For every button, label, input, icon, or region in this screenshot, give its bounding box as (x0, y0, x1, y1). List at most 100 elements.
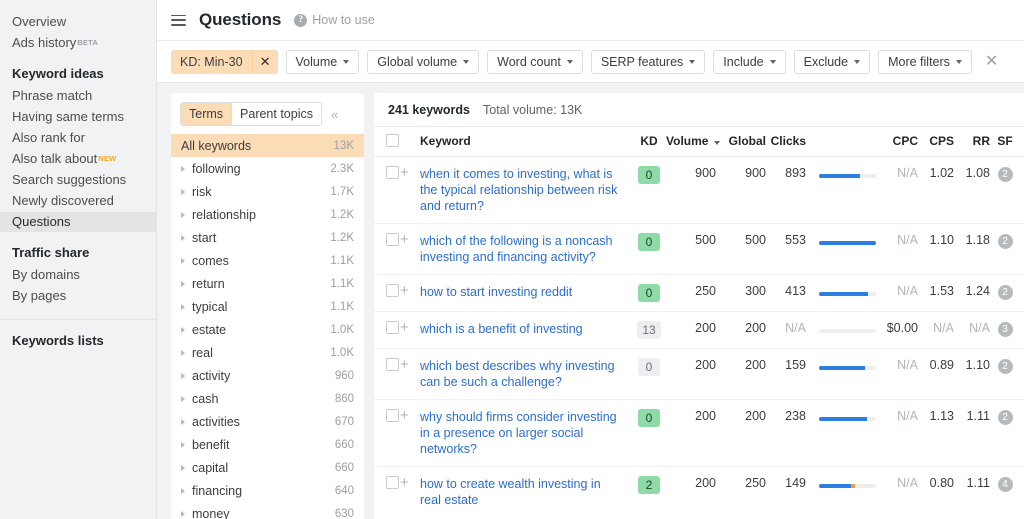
filter-button-exclude[interactable]: Exclude (793, 49, 871, 74)
expand-arrow-icon[interactable] (181, 510, 185, 517)
expand-arrow-icon[interactable] (181, 326, 185, 333)
expand-arrow-icon[interactable] (181, 395, 185, 402)
sidebar-item-search-suggestions[interactable]: Search suggestions (0, 170, 156, 190)
tab-parent-topics[interactable]: Parent topics (231, 103, 321, 125)
row-checkbox[interactable] (386, 166, 399, 179)
serp-features-badge[interactable]: 2 (997, 285, 1013, 300)
serp-features-badge[interactable]: 2 (997, 410, 1013, 425)
col-header-volume[interactable]: Volume (666, 127, 722, 157)
expand-arrow-icon[interactable] (181, 487, 185, 494)
col-header-keyword[interactable]: Keyword (420, 127, 632, 157)
term-row[interactable]: typical 1.1K (171, 295, 364, 318)
sidebar-item-by-pages[interactable]: By pages (0, 286, 156, 306)
col-header-cpc[interactable]: CPC (876, 127, 922, 157)
col-header-global[interactable]: Global (722, 127, 770, 157)
term-row[interactable]: return 1.1K (171, 272, 364, 295)
term-row[interactable]: money 630 (171, 502, 364, 519)
term-row[interactable]: All keywords 13K (171, 134, 364, 157)
serp-features-badge[interactable]: 3 (997, 322, 1013, 337)
term-row[interactable]: cash 860 (171, 387, 364, 410)
col-header-clicks[interactable]: Clicks (770, 127, 810, 157)
sidebar-item-also-rank-for[interactable]: Also rank for (0, 128, 156, 148)
expand-arrow-icon[interactable] (181, 372, 185, 379)
col-header-kd[interactable]: KD (632, 127, 666, 157)
sidebar-item-ads-history[interactable]: Ads history BETA (0, 33, 156, 53)
expand-arrow-icon[interactable] (181, 165, 185, 172)
table-row[interactable]: + which is a benefit of investing 13 200 200… (374, 311, 1024, 349)
table-row[interactable]: + when it comes to investing, what is the… (374, 156, 1024, 224)
sidebar-item-newly-discovered[interactable]: Newly discovered (0, 191, 156, 211)
collapse-panel-icon[interactable]: « (331, 107, 338, 122)
terms-list[interactable]: All keywords 13K following 2.3K risk 1.7K rela… (171, 134, 364, 519)
filter-button-include[interactable]: Include (713, 49, 786, 74)
term-row[interactable]: risk 1.7K (171, 180, 364, 203)
term-row[interactable]: estate 1.0K (171, 318, 364, 341)
plus-icon[interactable]: + (400, 408, 409, 423)
tab-terms[interactable]: Terms (181, 103, 232, 125)
table-row[interactable]: + how to start investing reddit 0 250 300 413… (374, 274, 1024, 312)
term-row[interactable]: following 2.3K (171, 157, 364, 180)
serp-features-badge[interactable]: 2 (997, 234, 1013, 249)
table-row[interactable]: + which of the following is a noncash inv… (374, 223, 1024, 275)
keyword-link[interactable]: which of the following is a noncash inve… (420, 233, 620, 265)
expand-arrow-icon[interactable] (181, 211, 185, 218)
term-row[interactable]: relationship 1.2K (171, 203, 364, 226)
plus-icon[interactable]: + (400, 475, 409, 490)
term-row[interactable]: real 1.0K (171, 341, 364, 364)
expand-arrow-icon[interactable] (181, 280, 185, 287)
keyword-link[interactable]: which best describes why investing can b… (420, 358, 620, 390)
term-row[interactable]: activities 670 (171, 410, 364, 433)
row-checkbox[interactable] (386, 233, 399, 246)
row-checkbox[interactable] (386, 321, 399, 334)
term-row[interactable]: start 1.2K (171, 226, 364, 249)
filter-button-volume[interactable]: Volume (285, 49, 360, 74)
plus-icon[interactable]: + (400, 232, 409, 247)
keyword-link[interactable]: how to create wealth investing in real e… (420, 476, 620, 508)
term-row[interactable]: activity 960 (171, 364, 364, 387)
serp-features-badge[interactable]: 2 (997, 359, 1013, 374)
keyword-link[interactable]: which is a benefit of investing (420, 321, 620, 337)
sidebar-item-overview[interactable]: Overview (0, 12, 156, 32)
sidebar-item-questions[interactable]: Questions (0, 212, 156, 232)
clear-all-filters-icon[interactable]: ✕ (985, 53, 998, 70)
select-all-checkbox[interactable] (386, 134, 399, 147)
row-checkbox[interactable] (386, 476, 399, 489)
keyword-link[interactable]: why should firms consider investing in a… (420, 409, 620, 457)
keyword-link[interactable]: how to start investing reddit (420, 284, 620, 300)
expand-arrow-icon[interactable] (181, 188, 185, 195)
table-row[interactable]: + which best describes why investing can … (374, 348, 1024, 400)
expand-arrow-icon[interactable] (181, 464, 185, 471)
sidebar-item-also-talk-about[interactable]: Also talk about NEW (0, 149, 156, 169)
expand-arrow-icon[interactable] (181, 303, 185, 310)
row-checkbox[interactable] (386, 409, 399, 422)
sidebar-item-by-domains[interactable]: By domains (0, 265, 156, 285)
table-row[interactable]: + why should firms consider investing in … (374, 399, 1024, 467)
expand-arrow-icon[interactable] (181, 441, 185, 448)
col-header-sf[interactable]: SF (994, 127, 1024, 157)
term-row[interactable]: benefit 660 (171, 433, 364, 456)
keyword-link[interactable]: when it comes to investing, what is the … (420, 166, 620, 214)
sidebar-item-phrase-match[interactable]: Phrase match (0, 86, 156, 106)
remove-filter-icon[interactable]: ✕ (251, 49, 278, 74)
term-row[interactable]: financing 640 (171, 479, 364, 502)
row-checkbox[interactable] (386, 284, 399, 297)
expand-arrow-icon[interactable] (181, 234, 185, 241)
serp-features-badge[interactable]: 4 (997, 477, 1013, 492)
col-header-rr[interactable]: RR (958, 127, 994, 157)
filter-button-global-volume[interactable]: Global volume (367, 49, 480, 74)
table-row[interactable]: + how to create wealth investing in real … (374, 466, 1024, 519)
term-row[interactable]: capital 660 (171, 456, 364, 479)
filter-chip-kd[interactable]: KD: Min-30 ✕ (171, 49, 278, 74)
expand-arrow-icon[interactable] (181, 418, 185, 425)
plus-icon[interactable]: + (400, 320, 409, 335)
expand-arrow-icon[interactable] (181, 257, 185, 264)
col-header-cps[interactable]: CPS (922, 127, 958, 157)
expand-arrow-icon[interactable] (181, 349, 185, 356)
sidebar-item-having-same-terms[interactable]: Having same terms (0, 107, 156, 127)
serp-features-badge[interactable]: 2 (997, 167, 1013, 182)
how-to-use-link[interactable]: ? How to use (294, 13, 375, 27)
filter-button-word-count[interactable]: Word count (487, 49, 583, 74)
filter-button-serp-features[interactable]: SERP features (590, 49, 706, 74)
row-checkbox[interactable] (386, 358, 399, 371)
plus-icon[interactable]: + (400, 165, 409, 180)
